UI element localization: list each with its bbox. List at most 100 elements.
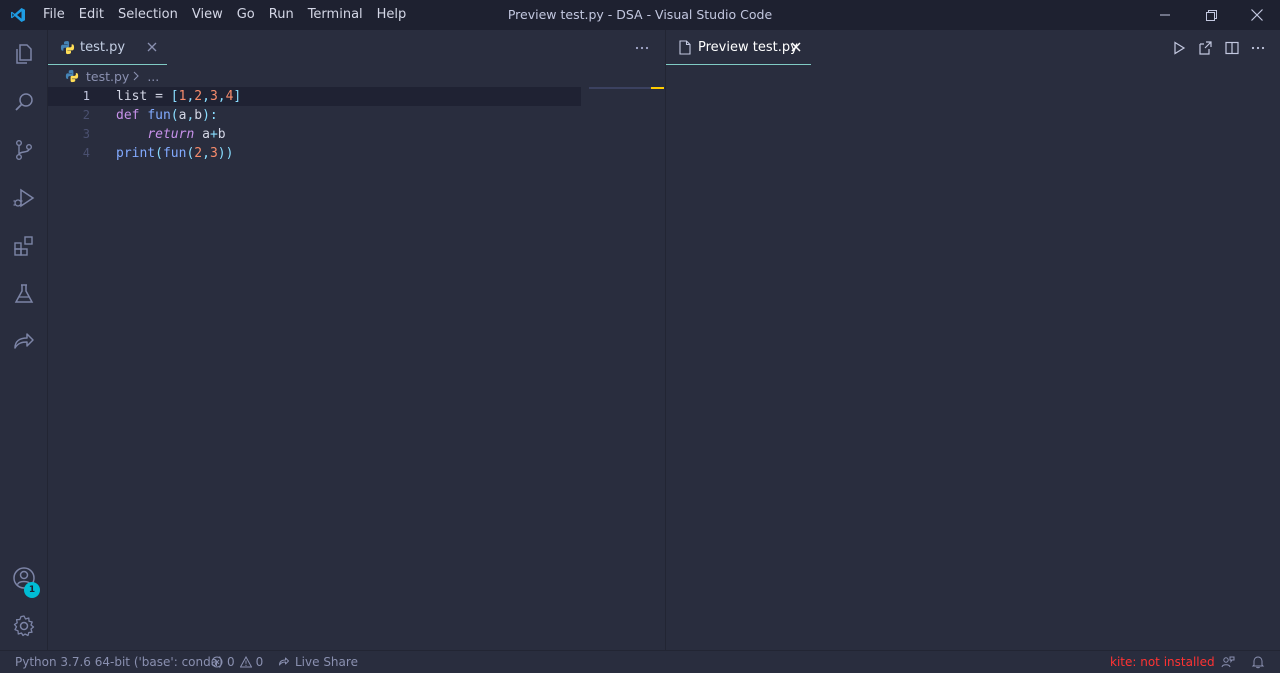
code-token: (	[170, 108, 179, 123]
ellipsis-icon	[635, 46, 649, 50]
activity-manage[interactable]	[0, 602, 48, 650]
close-window-button[interactable]	[1234, 0, 1280, 30]
live-share-icon	[279, 657, 289, 666]
code-token: fun	[162, 146, 187, 161]
tab-test-py[interactable]: test.py	[48, 30, 167, 65]
code-token: 2	[194, 89, 203, 104]
code-text: def fun(a,b):	[116, 106, 218, 125]
tab-bar-left: test.py	[48, 30, 664, 65]
minimap-viewport[interactable]	[589, 87, 651, 89]
python-file-icon	[59, 39, 75, 55]
code-text: print(fun(2,3))	[116, 144, 233, 163]
title-bar: File Edit Selection View Go Run Terminal…	[0, 0, 1280, 30]
tab-close-button[interactable]	[145, 40, 159, 54]
code-line[interactable]: 1 list = [1,2,3,4]	[48, 87, 581, 106]
code-text: return a+b	[116, 125, 226, 144]
error-icon	[211, 656, 223, 668]
line-number: 1	[82, 89, 90, 103]
error-count: 0	[227, 655, 235, 669]
breadcrumb-file[interactable]: test.py	[86, 69, 129, 84]
kite-status[interactable]: kite: not installed	[1110, 651, 1215, 673]
menu-view[interactable]: View	[185, 0, 230, 30]
code-token: a	[194, 127, 210, 142]
vscode-logo-icon	[0, 0, 36, 30]
activity-search[interactable]	[0, 78, 48, 126]
activity-explorer[interactable]	[0, 30, 48, 78]
menu-selection[interactable]: Selection	[111, 0, 185, 30]
live-share-status[interactable]: Live Share	[277, 651, 358, 673]
code-token: 2	[194, 146, 203, 161]
extensions-icon	[14, 236, 33, 256]
code-line[interactable]: 2 def fun(a,b):	[48, 106, 581, 125]
code-editor[interactable]: 1 list = [1,2,3,4] 2 def fun(a,b): 3 return …	[48, 87, 581, 163]
bell-icon	[1251, 656, 1265, 669]
menu-terminal[interactable]: Terminal	[301, 0, 370, 30]
close-icon	[1251, 9, 1263, 21]
tab-bar-right: Preview test.py	[666, 30, 1280, 65]
code-line[interactable]: 4 print(fun(2,3))	[48, 144, 581, 163]
code-token: ))	[217, 146, 234, 161]
breadcrumb-more[interactable]: ...	[147, 69, 159, 84]
more-actions-button[interactable]	[1248, 40, 1268, 56]
menu-help[interactable]: Help	[370, 0, 414, 30]
open-source-button[interactable]	[1196, 39, 1214, 57]
code-token: list =	[116, 89, 171, 104]
breadcrumb: test.py ...	[48, 65, 159, 87]
search-icon	[15, 93, 33, 111]
code-token: def	[116, 108, 148, 123]
gear-icon	[13, 615, 35, 637]
problems-indicator[interactable]: 0 0	[211, 651, 263, 673]
line-number: 2	[82, 108, 90, 122]
feedback-icon	[1221, 656, 1235, 668]
notifications-button[interactable]	[1251, 651, 1265, 673]
run-file-button[interactable]	[1170, 39, 1188, 57]
explorer-icon	[16, 44, 32, 64]
restore-button[interactable]	[1188, 0, 1234, 30]
more-actions-button[interactable]	[632, 40, 652, 56]
code-token: [	[170, 89, 179, 104]
menu-file[interactable]: File	[36, 0, 72, 30]
preview-content	[666, 65, 1280, 650]
activity-live-share[interactable]	[0, 318, 48, 366]
activity-extensions[interactable]	[0, 222, 48, 270]
python-interpreter[interactable]: Python 3.7.6 64-bit ('base': conda)	[15, 651, 223, 673]
code-line[interactable]: 3 return a+b	[48, 125, 581, 144]
code-token: b	[194, 108, 203, 123]
activity-source-control[interactable]	[0, 126, 48, 174]
menu-edit[interactable]: Edit	[72, 0, 111, 30]
testing-flask-icon	[14, 284, 34, 303]
live-share-icon	[14, 333, 34, 349]
split-editor-button[interactable]	[1223, 39, 1241, 57]
feedback-button[interactable]	[1221, 651, 1235, 673]
code-text: list = [1,2,3,4]	[116, 87, 241, 106]
tab-preview-test-py[interactable]: Preview test.py	[666, 30, 811, 65]
status-bar: Python 3.7.6 64-bit ('base': conda) 0 0 …	[0, 650, 1280, 672]
activity-testing[interactable]	[0, 270, 48, 318]
line-number: 3	[82, 127, 90, 141]
play-icon	[1174, 41, 1186, 55]
menu-go[interactable]: Go	[230, 0, 262, 30]
close-icon	[791, 42, 801, 52]
code-token: b	[217, 127, 226, 142]
activity-run-debug[interactable]	[0, 174, 48, 222]
activity-accounts[interactable]: 1	[0, 554, 48, 602]
restore-icon	[1205, 9, 1217, 21]
warning-icon	[239, 656, 252, 668]
minimize-button[interactable]	[1142, 0, 1188, 30]
code-token: 3	[209, 146, 218, 161]
code-token: print	[116, 146, 156, 161]
menu-run[interactable]: Run	[262, 0, 301, 30]
tab-close-button[interactable]	[789, 40, 803, 54]
chevron-right-icon	[133, 70, 143, 82]
overview-ruler-marker	[651, 87, 664, 89]
code-token: (	[155, 146, 163, 161]
source-control-icon	[15, 140, 32, 161]
line-number: 4	[82, 146, 90, 160]
activity-bar: 1	[0, 30, 48, 650]
live-share-label: Live Share	[295, 655, 358, 669]
code-token: ,	[217, 89, 226, 104]
menu-bar: File Edit Selection View Go Run Terminal…	[36, 0, 413, 30]
close-icon	[147, 42, 157, 52]
code-token: ,	[202, 146, 210, 161]
